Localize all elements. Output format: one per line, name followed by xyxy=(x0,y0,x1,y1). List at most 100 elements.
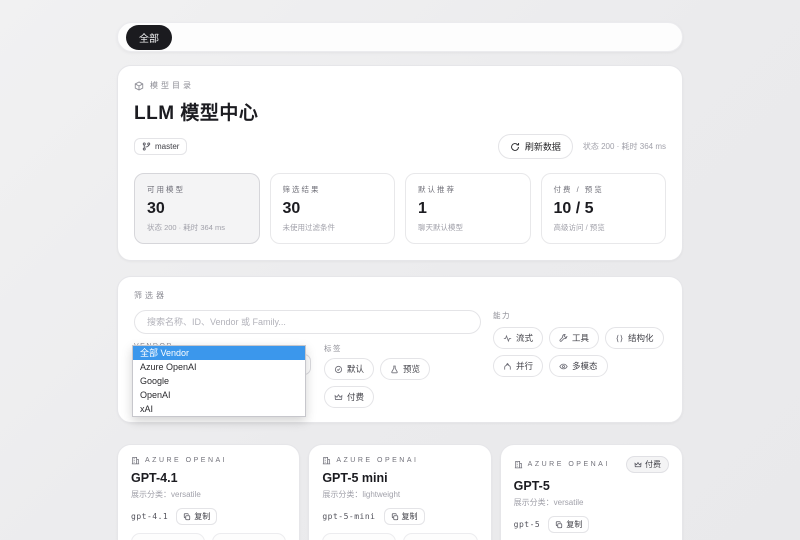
copy-label: 复制 xyxy=(402,511,418,522)
vendor-option-openai[interactable]: OpenAI xyxy=(133,388,305,402)
stat-value: 30 xyxy=(147,200,247,218)
copy-label: 复制 xyxy=(566,519,582,530)
activity-icon xyxy=(503,334,512,343)
status-text: 状态 200 · 耗时 364 ms xyxy=(583,141,666,152)
split-icon xyxy=(503,362,512,371)
refresh-button[interactable]: 刷新数据 xyxy=(498,134,573,159)
page-container: 全部 模型目录 LLM 模型中心 master xyxy=(117,22,683,540)
stat-label: 默认推荐 xyxy=(418,184,518,195)
search-input[interactable] xyxy=(134,310,481,334)
stats-row: 可用模型 30 状态 200 · 耗时 364 ms 筛选结果 30 未使用过滤… xyxy=(134,173,666,244)
capability-streaming-button[interactable]: 流式 xyxy=(493,327,543,349)
vendor-option-xai[interactable]: xAI xyxy=(133,402,305,416)
field-version: 版本 gpt-5-mini xyxy=(322,533,396,540)
stat-filter-results: 筛选结果 30 未使用过滤条件 xyxy=(270,173,396,244)
stat-default-recommend: 默认推荐 1 聊天默认模型 xyxy=(405,173,531,244)
vendor-option-google[interactable]: Google xyxy=(133,374,305,388)
capability-label: 流式 xyxy=(516,332,533,344)
git-branch-icon xyxy=(142,142,151,151)
crown-icon xyxy=(334,393,343,402)
building-icon xyxy=(322,456,331,465)
model-vendor-label: AZURE OPENAI xyxy=(528,461,610,468)
catalog-eyebrow: 模型目录 xyxy=(134,80,666,91)
badge-check-icon xyxy=(334,365,343,374)
model-card-gpt-5-mini[interactable]: AZURE OPENAI GPT-5 mini 展示分类：lightweight… xyxy=(308,444,491,540)
field-version: 版本 gpt-4.1-2025-... xyxy=(131,533,205,540)
capability-parallel-button[interactable]: 并行 xyxy=(493,355,543,377)
model-vendor-label: AZURE OPENAI xyxy=(145,457,227,464)
model-title: GPT-4.1 xyxy=(131,471,286,485)
capability-label: 结构化 xyxy=(628,332,654,344)
refresh-label: 刷新数据 xyxy=(525,140,561,153)
vendor-option-azure-openai[interactable]: Azure OpenAI xyxy=(133,360,305,374)
model-category: 展示分类：lightweight xyxy=(322,489,477,500)
catalog-eyebrow-label: 模型目录 xyxy=(150,80,194,91)
paid-badge: 付费 xyxy=(626,456,669,473)
eye-icon xyxy=(559,362,568,371)
paid-badge-label: 付费 xyxy=(645,459,661,470)
package-icon xyxy=(134,81,144,91)
capability-label: 工具 xyxy=(572,332,589,344)
capabilities-group: 能力 流式 xyxy=(493,310,666,408)
tags-filter-group: 标签 默认 xyxy=(324,343,481,408)
braces-icon xyxy=(615,334,624,343)
tag-label: 预览 xyxy=(403,363,420,375)
filters-title: 筛选器 xyxy=(134,290,666,301)
model-vendor-label: AZURE OPENAI xyxy=(336,457,418,464)
flask-icon xyxy=(390,365,399,374)
tag-paid-button[interactable]: 付费 xyxy=(324,386,374,408)
model-title: GPT-5 mini xyxy=(322,471,477,485)
page-title: LLM 模型中心 xyxy=(134,98,666,125)
copy-model-id-button[interactable]: 复制 xyxy=(384,508,425,525)
capability-multimodal-button[interactable]: 多模态 xyxy=(549,355,608,377)
copy-icon xyxy=(391,513,399,521)
model-id: gpt-5-mini xyxy=(322,512,375,521)
capability-label: 多模态 xyxy=(572,360,598,372)
capabilities-label: 能力 xyxy=(493,310,666,321)
tag-default-button[interactable]: 默认 xyxy=(324,358,374,380)
stat-sub: 未使用过滤条件 xyxy=(283,222,383,233)
tag-label: 付费 xyxy=(347,391,364,403)
field-type: 类型 chat xyxy=(403,533,477,540)
stat-label: 可用模型 xyxy=(147,184,247,195)
model-category: 展示分类：versatile xyxy=(514,497,669,508)
model-id: gpt-4.1 xyxy=(131,512,168,521)
branch-label: master xyxy=(155,142,179,151)
stat-label: 付费 / 预览 xyxy=(554,184,654,195)
branch-badge: master xyxy=(134,138,187,155)
tags-label: 标签 xyxy=(324,343,481,354)
capability-structured-button[interactable]: 结构化 xyxy=(605,327,664,349)
stat-value: 10 / 5 xyxy=(554,200,654,218)
wrench-icon xyxy=(559,334,568,343)
crown-icon xyxy=(634,461,642,469)
field-type: 类型 chat xyxy=(212,533,286,540)
building-icon xyxy=(131,456,140,465)
model-title: GPT-5 xyxy=(514,479,669,493)
filter-all-button[interactable]: 全部 xyxy=(126,25,172,50)
stat-paid-preview: 付费 / 预览 10 / 5 高级访问 / 预览 xyxy=(541,173,667,244)
vendor-option-all[interactable]: 全部 Vendor xyxy=(133,346,305,360)
model-cards-grid: AZURE OPENAI GPT-4.1 展示分类：versatile gpt-… xyxy=(117,444,683,540)
building-icon xyxy=(514,460,523,469)
header-card: 模型目录 LLM 模型中心 master xyxy=(117,65,683,261)
copy-model-id-button[interactable]: 复制 xyxy=(176,508,217,525)
copy-label: 复制 xyxy=(194,511,210,522)
capability-tools-button[interactable]: 工具 xyxy=(549,327,599,349)
model-category: 展示分类：versatile xyxy=(131,489,286,500)
model-card-gpt-5[interactable]: AZURE OPENAI 付费 GPT-5 展示分类：versatile gpt… xyxy=(500,444,683,540)
stat-sub: 聊天默认模型 xyxy=(418,222,518,233)
capability-label: 并行 xyxy=(516,360,533,372)
copy-model-id-button[interactable]: 复制 xyxy=(548,516,589,533)
stat-value: 30 xyxy=(283,200,383,218)
tag-label: 默认 xyxy=(347,363,364,375)
stat-value: 1 xyxy=(418,200,518,218)
stat-sub: 高级访问 / 预览 xyxy=(554,222,654,233)
model-card-gpt-4-1[interactable]: AZURE OPENAI GPT-4.1 展示分类：versatile gpt-… xyxy=(117,444,300,540)
copy-icon xyxy=(183,513,191,521)
stat-label: 筛选结果 xyxy=(283,184,383,195)
model-id: gpt-5 xyxy=(514,520,541,529)
stat-available-models: 可用模型 30 状态 200 · 耗时 364 ms xyxy=(134,173,260,244)
tag-preview-button[interactable]: 预览 xyxy=(380,358,430,380)
top-filter-bar: 全部 xyxy=(117,22,683,52)
copy-icon xyxy=(555,521,563,529)
